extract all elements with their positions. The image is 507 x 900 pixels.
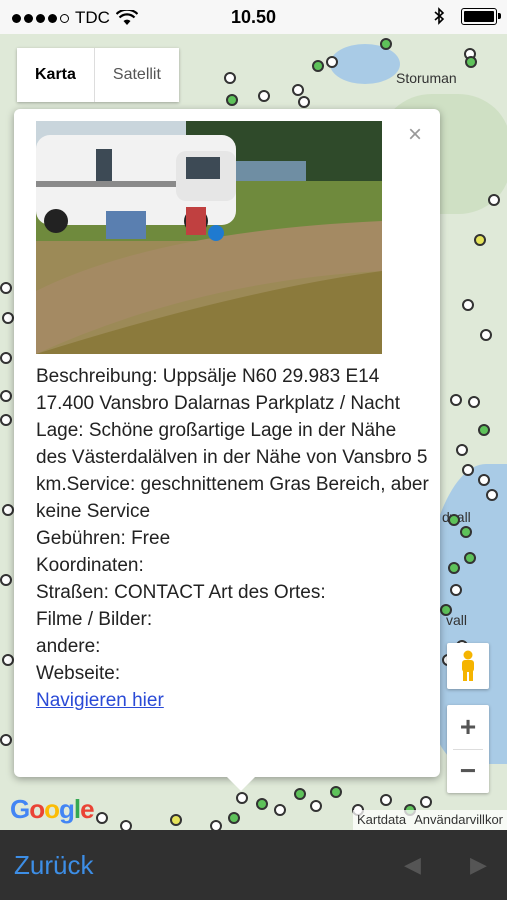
map-pin[interactable] [0, 352, 12, 364]
map-data-link[interactable]: Kartdata [357, 810, 406, 830]
status-bar: TDC 10.50 [0, 0, 507, 34]
map-pin[interactable] [226, 94, 238, 106]
map-pin[interactable] [478, 424, 490, 436]
map-pin[interactable] [448, 562, 460, 574]
location-line: Lage: Schöne großartige Lage in der Nähe… [36, 420, 429, 522]
map-pin[interactable] [0, 574, 12, 586]
fees-line: Gebühren: Free [36, 528, 171, 549]
status-time: 10.50 [230, 7, 277, 27]
map-label-storuman: Storuman [396, 70, 457, 86]
zoom-out-button[interactable]: − [447, 749, 489, 793]
place-info-window: × Beschreibung: Uppsälje N60 29.983 E14 … [14, 109, 440, 791]
map-pin[interactable] [488, 194, 500, 206]
street-view-pegman-button[interactable] [447, 643, 489, 689]
place-photo [36, 121, 382, 354]
map-type-control: Karta Satellit [17, 48, 179, 102]
map-pin[interactable] [120, 820, 132, 830]
zoom-control: + − [447, 705, 489, 793]
map-pin[interactable] [2, 504, 14, 516]
map-pin[interactable] [0, 414, 12, 426]
map-pin[interactable] [210, 820, 222, 830]
map-pin[interactable] [258, 90, 270, 102]
bluetooth-icon [434, 7, 445, 25]
map-pin[interactable] [462, 464, 474, 476]
map-pin[interactable] [460, 526, 472, 538]
battery-icon [461, 7, 501, 25]
map-pin[interactable] [274, 804, 286, 816]
next-arrow-icon[interactable]: ▶ [470, 852, 487, 878]
place-description: Beschreibung: Uppsälje N60 29.983 E14 17… [36, 363, 431, 714]
map-pin[interactable] [0, 282, 12, 294]
bottom-toolbar: Zurück ◀ ▶ [0, 830, 507, 900]
map-pin[interactable] [468, 396, 480, 408]
terms-link[interactable]: Användarvillkor [414, 810, 503, 830]
map-pin[interactable] [380, 38, 392, 50]
map-type-satellit-tab[interactable]: Satellit [95, 48, 179, 102]
description-line: Beschreibung: Uppsälje N60 29.983 E14 17… [36, 366, 401, 414]
map-pin[interactable] [450, 394, 462, 406]
map-pin[interactable] [440, 604, 452, 616]
other-line: andere: [36, 636, 101, 657]
map-pin[interactable] [380, 794, 392, 806]
map-pin[interactable] [478, 474, 490, 486]
map-pin[interactable] [480, 329, 492, 341]
roads-line: Straßen: CONTACT Art des Ortes: [36, 582, 326, 603]
map-pin[interactable] [462, 299, 474, 311]
zoom-divider [453, 749, 483, 750]
map-pin[interactable] [298, 96, 310, 108]
map-pin[interactable] [486, 489, 498, 501]
map-pin[interactable] [224, 72, 236, 84]
map-pin[interactable] [326, 56, 338, 68]
map-pin[interactable] [474, 234, 486, 246]
map-pin[interactable] [170, 814, 182, 826]
previous-arrow-icon[interactable]: ◀ [404, 852, 421, 878]
coordinates-line: Koordinaten: [36, 555, 144, 576]
google-logo: Google [10, 794, 95, 824]
website-line: Webseite: [36, 663, 121, 684]
lake-area [330, 44, 400, 84]
map-pin[interactable] [456, 444, 468, 456]
media-line: Filme / Bilder: [36, 609, 153, 630]
map-pin[interactable] [330, 786, 342, 798]
map-attribution: Kartdata Användarvillkor [352, 810, 507, 830]
map-type-karta-tab[interactable]: Karta [17, 48, 95, 102]
map-pin[interactable] [448, 514, 460, 526]
map-pin[interactable] [294, 788, 306, 800]
back-button[interactable]: Zurück [14, 850, 93, 881]
map-pin[interactable] [256, 798, 268, 810]
map-pin[interactable] [0, 390, 12, 402]
map-pin[interactable] [310, 800, 322, 812]
pegman-icon [462, 650, 474, 681]
zoom-in-button[interactable]: + [447, 705, 489, 749]
map-pin[interactable] [312, 60, 324, 72]
status-right [433, 7, 501, 25]
map-pin[interactable] [465, 56, 477, 68]
map-pin[interactable] [464, 552, 476, 564]
map-pin[interactable] [450, 584, 462, 596]
map-pin[interactable] [228, 812, 240, 824]
map-pin[interactable] [2, 654, 14, 666]
map-pin[interactable] [0, 734, 12, 746]
map-pin[interactable] [96, 812, 108, 824]
map-pin[interactable] [292, 84, 304, 96]
map-pin[interactable] [2, 312, 14, 324]
navigate-here-link[interactable]: Navigieren hier [36, 687, 431, 714]
map-pin[interactable] [420, 796, 432, 808]
map-pin[interactable] [236, 792, 248, 804]
close-icon[interactable]: × [408, 121, 422, 149]
